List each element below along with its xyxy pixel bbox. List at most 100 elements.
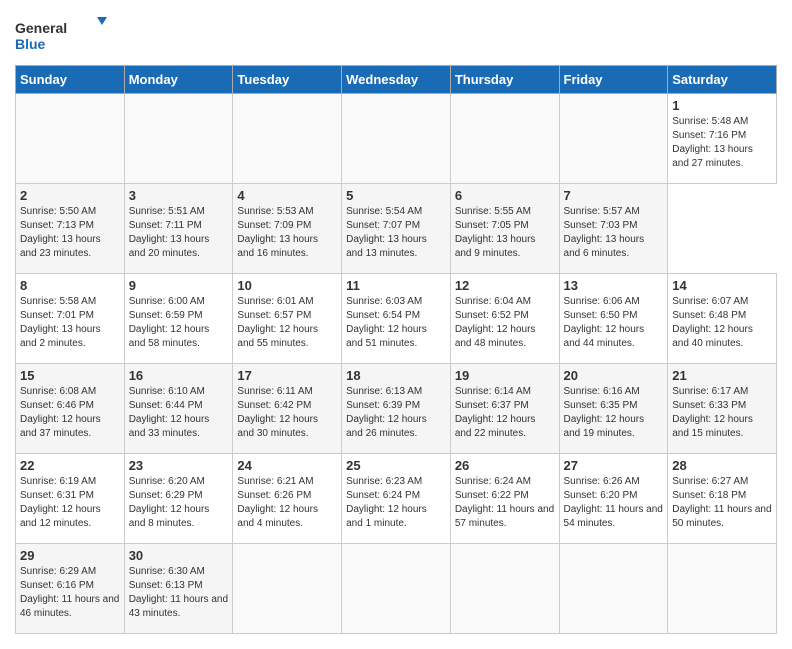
day-number: 3	[129, 188, 229, 203]
day-info: Sunrise: 5:51 AMSunset: 7:11 PMDaylight:…	[129, 205, 229, 261]
calendar-table: SundayMondayTuesdayWednesdayThursdayFrid…	[15, 65, 777, 634]
day-number: 23	[129, 458, 229, 473]
day-number: 5	[346, 188, 446, 203]
logo: General Blue	[15, 15, 115, 55]
calendar-week-row: 29 Sunrise: 6:29 AMSunset: 6:16 PMDayligh…	[16, 544, 777, 634]
day-number: 12	[455, 278, 555, 293]
calendar-day-cell: 24 Sunrise: 6:21 AMSunset: 6:26 PMDayligh…	[233, 454, 342, 544]
calendar-day-cell: 14Sunrise: 6:07 AMSunset: 6:48 PMDayligh…	[668, 274, 777, 364]
day-number: 24	[237, 458, 337, 473]
day-number: 2	[20, 188, 120, 203]
day-info: Sunrise: 6:04 AMSunset: 6:52 PMDaylight:…	[455, 295, 555, 351]
svg-text:Blue: Blue	[15, 36, 46, 52]
day-info: Sunrise: 6:20 AMSunset: 6:29 PMDaylight:…	[129, 475, 229, 531]
day-info: Sunrise: 5:58 AMSunset: 7:01 PMDaylight:…	[20, 295, 120, 351]
day-number: 4	[237, 188, 337, 203]
day-info: Sunrise: 6:13 AMSunset: 6:39 PMDaylight:…	[346, 385, 446, 441]
day-number: 11	[346, 278, 446, 293]
day-number: 17	[237, 368, 337, 383]
day-info: Sunrise: 6:17 AMSunset: 6:33 PMDaylight:…	[672, 385, 772, 441]
day-number: 26	[455, 458, 555, 473]
calendar-day-cell	[233, 94, 342, 184]
calendar-day-cell: 19 Sunrise: 6:14 AMSunset: 6:37 PMDayligh…	[450, 364, 559, 454]
day-number: 7	[564, 188, 664, 203]
calendar-day-cell: 8 Sunrise: 5:58 AMSunset: 7:01 PMDaylight…	[16, 274, 125, 364]
day-info: Sunrise: 6:30 AMSunset: 6:13 PMDaylight:…	[129, 565, 229, 621]
day-info: Sunrise: 6:14 AMSunset: 6:37 PMDaylight:…	[455, 385, 555, 441]
calendar-day-cell: 30 Sunrise: 6:30 AMSunset: 6:13 PMDayligh…	[124, 544, 233, 634]
day-info: Sunrise: 6:21 AMSunset: 6:26 PMDaylight:…	[237, 475, 337, 531]
calendar-day-cell: 6 Sunrise: 5:55 AMSunset: 7:05 PMDaylight…	[450, 184, 559, 274]
day-info: Sunrise: 6:01 AMSunset: 6:57 PMDaylight:…	[237, 295, 337, 351]
day-number: 16	[129, 368, 229, 383]
calendar-day-cell: 22 Sunrise: 6:19 AMSunset: 6:31 PMDayligh…	[16, 454, 125, 544]
calendar-week-row: 1Sunrise: 5:48 AMSunset: 7:16 PMDaylight…	[16, 94, 777, 184]
day-info: Sunrise: 6:16 AMSunset: 6:35 PMDaylight:…	[564, 385, 664, 441]
calendar-day-cell: 23 Sunrise: 6:20 AMSunset: 6:29 PMDayligh…	[124, 454, 233, 544]
calendar-header-row: SundayMondayTuesdayWednesdayThursdayFrid…	[16, 66, 777, 94]
calendar-day-cell: 9Sunrise: 6:00 AMSunset: 6:59 PMDaylight…	[124, 274, 233, 364]
calendar-day-cell: 26 Sunrise: 6:24 AMSunset: 6:22 PMDayligh…	[450, 454, 559, 544]
day-info: Sunrise: 6:29 AMSunset: 6:16 PMDaylight:…	[20, 565, 120, 621]
day-number: 18	[346, 368, 446, 383]
calendar-day-cell	[450, 544, 559, 634]
day-info: Sunrise: 6:27 AMSunset: 6:18 PMDaylight:…	[672, 475, 772, 531]
day-number: 22	[20, 458, 120, 473]
day-number: 30	[129, 548, 229, 563]
day-number: 20	[564, 368, 664, 383]
day-number: 29	[20, 548, 120, 563]
day-info: Sunrise: 6:24 AMSunset: 6:22 PMDaylight:…	[455, 475, 555, 531]
calendar-day-cell: 29 Sunrise: 6:29 AMSunset: 6:16 PMDayligh…	[16, 544, 125, 634]
day-of-week-header: Thursday	[450, 66, 559, 94]
day-info: Sunrise: 6:07 AMSunset: 6:48 PMDaylight:…	[672, 295, 772, 351]
day-number: 15	[20, 368, 120, 383]
calendar-day-cell: 1Sunrise: 5:48 AMSunset: 7:16 PMDaylight…	[668, 94, 777, 184]
day-number: 1	[672, 98, 772, 113]
day-number: 8	[20, 278, 120, 293]
calendar-day-cell: 3 Sunrise: 5:51 AMSunset: 7:11 PMDaylight…	[124, 184, 233, 274]
day-number: 27	[564, 458, 664, 473]
calendar-day-cell: 5 Sunrise: 5:54 AMSunset: 7:07 PMDaylight…	[342, 184, 451, 274]
calendar-day-cell: 2 Sunrise: 5:50 AMSunset: 7:13 PMDaylight…	[16, 184, 125, 274]
day-number: 28	[672, 458, 772, 473]
page-header: General Blue	[15, 15, 777, 55]
calendar-day-cell	[16, 94, 125, 184]
day-number: 6	[455, 188, 555, 203]
day-info: Sunrise: 6:23 AMSunset: 6:24 PMDaylight:…	[346, 475, 446, 531]
calendar-day-cell: 13 Sunrise: 6:06 AMSunset: 6:50 PMDayligh…	[559, 274, 668, 364]
day-info: Sunrise: 6:11 AMSunset: 6:42 PMDaylight:…	[237, 385, 337, 441]
calendar-day-cell: 11 Sunrise: 6:03 AMSunset: 6:54 PMDayligh…	[342, 274, 451, 364]
svg-text:General: General	[15, 20, 67, 36]
calendar-day-cell: 7Sunrise: 5:57 AMSunset: 7:03 PMDaylight…	[559, 184, 668, 274]
day-info: Sunrise: 6:10 AMSunset: 6:44 PMDaylight:…	[129, 385, 229, 441]
day-number: 13	[564, 278, 664, 293]
calendar-week-row: 2 Sunrise: 5:50 AMSunset: 7:13 PMDaylight…	[16, 184, 777, 274]
calendar-day-cell: 21Sunrise: 6:17 AMSunset: 6:33 PMDayligh…	[668, 364, 777, 454]
calendar-day-cell: 28 Sunrise: 6:27 AMSunset: 6:18 PMDayligh…	[668, 454, 777, 544]
day-of-week-header: Saturday	[668, 66, 777, 94]
calendar-day-cell: 10 Sunrise: 6:01 AMSunset: 6:57 PMDayligh…	[233, 274, 342, 364]
calendar-day-cell	[559, 544, 668, 634]
day-info: Sunrise: 5:54 AMSunset: 7:07 PMDaylight:…	[346, 205, 446, 261]
calendar-day-cell	[342, 94, 451, 184]
calendar-day-cell	[124, 94, 233, 184]
calendar-week-row: 22 Sunrise: 6:19 AMSunset: 6:31 PMDayligh…	[16, 454, 777, 544]
day-number: 9	[129, 278, 229, 293]
day-info: Sunrise: 5:55 AMSunset: 7:05 PMDaylight:…	[455, 205, 555, 261]
day-info: Sunrise: 5:50 AMSunset: 7:13 PMDaylight:…	[20, 205, 120, 261]
day-number: 19	[455, 368, 555, 383]
calendar-day-cell: 12 Sunrise: 6:04 AMSunset: 6:52 PMDayligh…	[450, 274, 559, 364]
day-of-week-header: Monday	[124, 66, 233, 94]
day-of-week-header: Friday	[559, 66, 668, 94]
calendar-day-cell	[233, 544, 342, 634]
day-number: 25	[346, 458, 446, 473]
day-info: Sunrise: 6:19 AMSunset: 6:31 PMDaylight:…	[20, 475, 120, 531]
day-number: 10	[237, 278, 337, 293]
day-info: Sunrise: 6:06 AMSunset: 6:50 PMDaylight:…	[564, 295, 664, 351]
calendar-day-cell: 18 Sunrise: 6:13 AMSunset: 6:39 PMDayligh…	[342, 364, 451, 454]
day-of-week-header: Sunday	[16, 66, 125, 94]
calendar-week-row: 15Sunrise: 6:08 AMSunset: 6:46 PMDayligh…	[16, 364, 777, 454]
day-info: Sunrise: 6:03 AMSunset: 6:54 PMDaylight:…	[346, 295, 446, 351]
calendar-day-cell: 25 Sunrise: 6:23 AMSunset: 6:24 PMDayligh…	[342, 454, 451, 544]
logo-svg: General Blue	[15, 15, 115, 55]
